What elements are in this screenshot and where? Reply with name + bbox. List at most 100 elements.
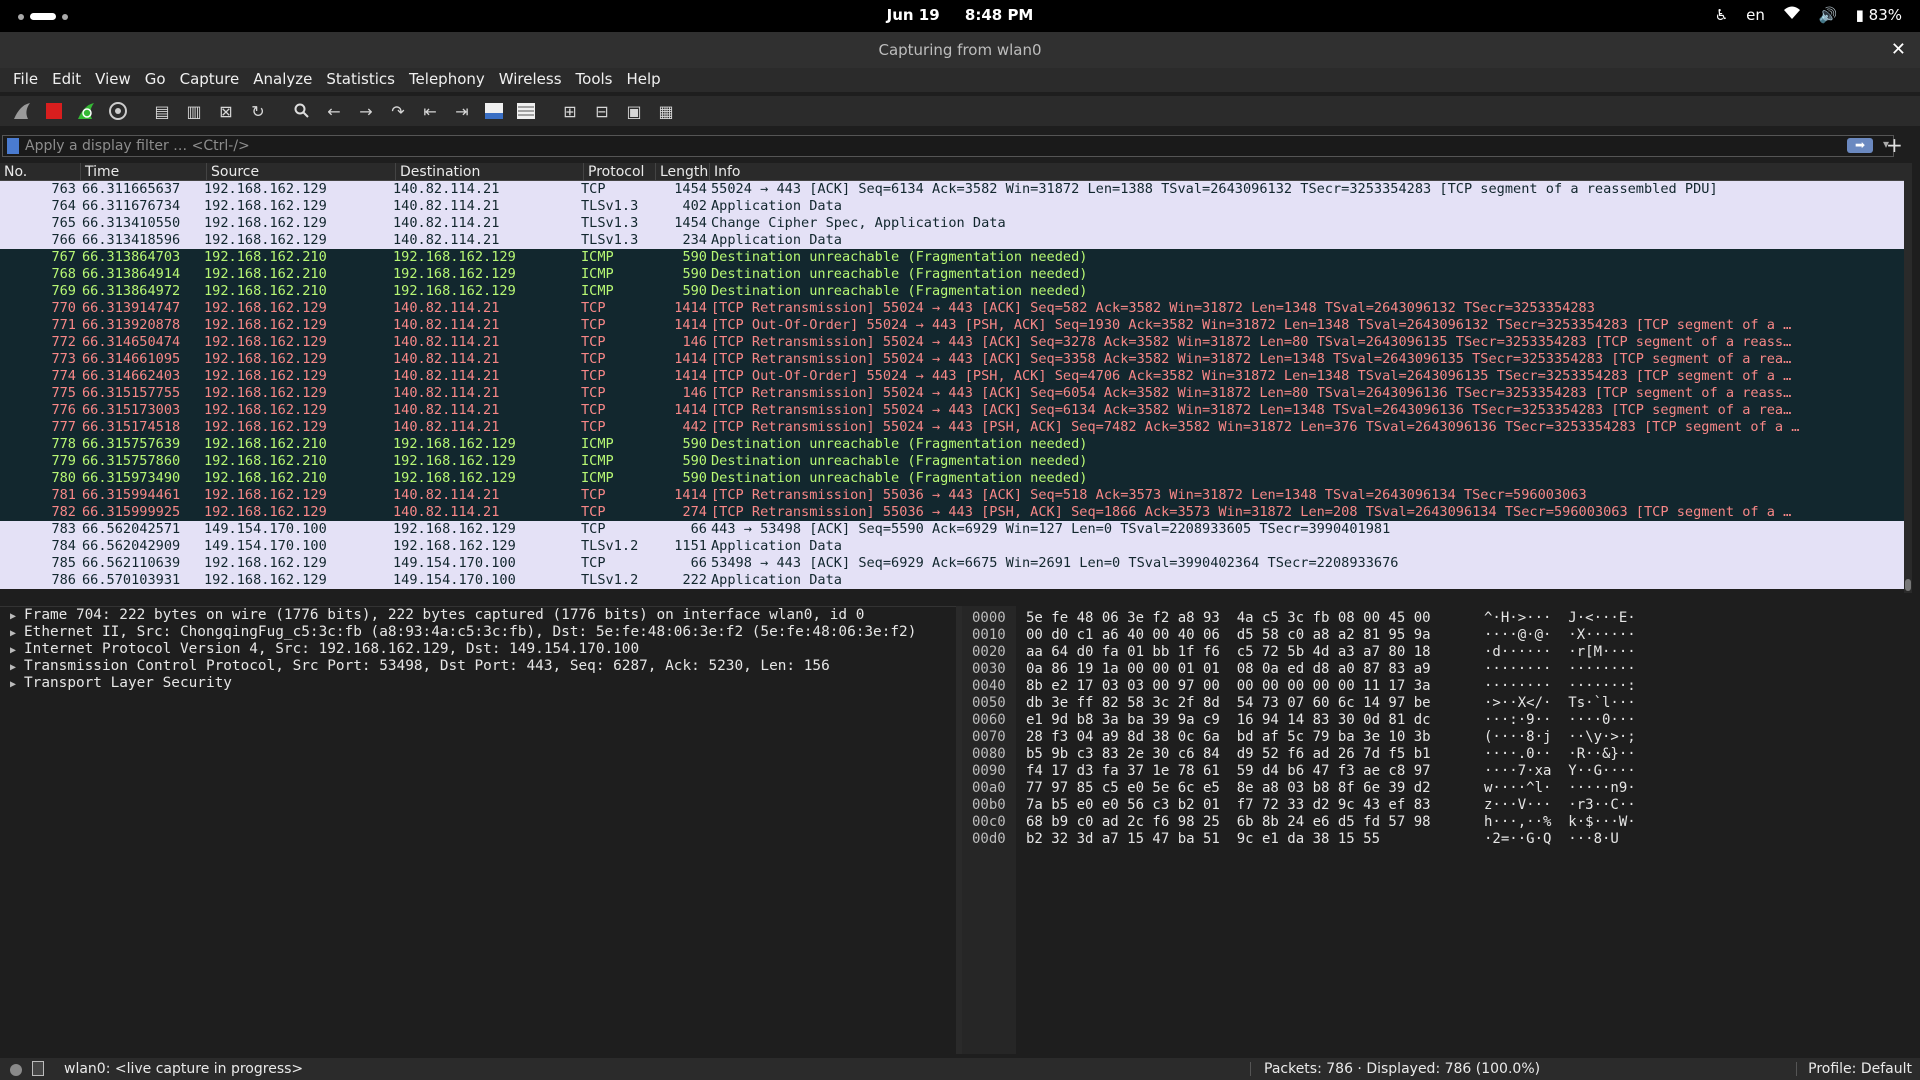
menu-telephony[interactable]: Telephony [402,68,492,92]
go-last-icon[interactable]: ⇥ [448,98,476,124]
packet-row[interactable]: 786 66.570103931 192.168.162.129 149.154.17… [0,572,1912,589]
detail-tcp[interactable]: ▶ Transmission Control Protocol, Src Port… [0,658,956,675]
packet-row[interactable]: 780 66.315973490 192.168.162.210 192.168.16… [0,470,1912,487]
packet-row[interactable]: 785 66.562110639 192.168.162.129 149.154.17… [0,555,1912,572]
detail-frame[interactable]: ▶ Frame 704: 222 bytes on wire (1776 bits… [0,607,956,624]
expand-arrow-icon[interactable]: ▶ [10,608,24,625]
column-header-destination[interactable]: Destination [396,163,584,180]
packet-row[interactable]: 779 66.315757860 192.168.162.210 192.168.16… [0,453,1912,470]
packet-row[interactable]: 778 66.315757639 192.168.162.210 192.168.16… [0,436,1912,453]
hex-row[interactable]: 00c0 68 b9 c0 ad 2c f6 98 25 6b 8b 24 e6 … [962,814,1902,831]
close-window-icon[interactable]: ✕ [1891,32,1906,68]
packet-row[interactable]: 773 66.314661095 192.168.162.129 140.82.114… [0,351,1912,368]
hex-row[interactable]: 00a0 77 97 85 c5 e0 5e 6c e5 8e a8 03 b8 … [962,780,1902,797]
column-header-source[interactable]: Source [207,163,396,180]
hex-row[interactable]: 0080 b5 9b c3 83 2e 30 c6 84 d9 52 f6 ad … [962,746,1902,763]
resize-columns-icon[interactable]: ▦ [652,98,680,124]
menu-view[interactable]: View [88,68,138,92]
autoscroll-icon[interactable] [480,98,508,124]
system-tray[interactable]: ♿ en 🔊 ▮ 83% [1715,6,1902,24]
zoom-out-icon[interactable]: ⊟ [588,98,616,124]
clock[interactable]: Jun 19 8:48 PM [0,6,1920,24]
expand-arrow-icon[interactable]: ▶ [10,676,24,693]
accessibility-icon[interactable]: ♿ [1715,6,1728,24]
colorize-icon[interactable] [512,98,540,124]
scrollbar-thumb[interactable] [1905,579,1911,591]
column-header-length[interactable]: Length [656,163,710,180]
display-filter-field[interactable]: Apply a display filter … <Ctrl-/> ➡ ▾ [2,135,1894,157]
menu-file[interactable]: File [6,68,45,92]
keyboard-language[interactable]: en [1746,6,1765,24]
packet-list[interactable]: No. Time Source Destination Protocol Len… [0,163,1912,593]
go-forward-icon[interactable]: → [352,98,380,124]
column-header-protocol[interactable]: Protocol [584,163,656,180]
battery-indicator[interactable]: ▮ 83% [1856,6,1902,24]
normal-size-icon[interactable]: ▣ [620,98,648,124]
hex-row[interactable]: 0010 00 d0 c1 a6 40 00 40 06 d5 58 c0 a8 … [962,627,1902,644]
capture-comment-icon[interactable] [32,1061,44,1076]
packet-list-scrollbar[interactable] [1904,163,1912,593]
open-file-icon[interactable]: ▤ [148,98,176,124]
go-to-packet-icon[interactable]: ↷ [384,98,412,124]
find-packet-icon[interactable] [288,98,316,124]
pane-splitter[interactable] [0,596,1920,606]
packet-row[interactable]: 775 66.315157755 192.168.162.129 140.82.114… [0,385,1912,402]
column-header-time[interactable]: Time [81,163,207,180]
packet-bytes-pane[interactable]: 0000 5e fe 48 06 3e f2 a8 93 4a c5 3c fb … [962,606,1920,1054]
hex-row[interactable]: 00d0 b2 32 3d a7 15 47 ba 51 9c e1 da 38 … [962,831,1902,848]
packet-row[interactable]: 776 66.315173003 192.168.162.129 140.82.114… [0,402,1912,419]
hex-row[interactable]: 0070 28 f3 04 a9 8d 38 0c 6a bd af 5c 79 … [962,729,1902,746]
volume-icon[interactable]: 🔊 [1819,6,1838,24]
profile-selector[interactable]: Profile: Default [1808,1058,1912,1080]
expert-info-icon[interactable] [10,1064,22,1076]
packet-row[interactable]: 768 66.313864914 192.168.162.210 192.168.16… [0,266,1912,283]
column-header-no[interactable]: No. [0,163,81,180]
hex-row[interactable]: 00b0 7a b5 e0 e0 56 c3 b2 01 f7 72 33 d2 … [962,797,1902,814]
menu-analyze[interactable]: Analyze [246,68,319,92]
packet-row[interactable]: 772 66.314650474 192.168.162.129 140.82.114… [0,334,1912,351]
reload-file-icon[interactable]: ↻ [244,98,272,124]
wifi-icon[interactable] [1783,6,1801,24]
menu-edit[interactable]: Edit [45,68,88,92]
packet-row[interactable]: 781 66.315994461 192.168.162.129 140.82.114… [0,487,1912,504]
detail-tls[interactable]: ▶ Transport Layer Security [0,675,956,692]
go-first-icon[interactable]: ⇤ [416,98,444,124]
add-filter-button-icon[interactable]: + [1886,133,1903,157]
packet-row[interactable]: 784 66.562042909 149.154.170.100 192.168.16… [0,538,1912,555]
go-back-icon[interactable]: ← [320,98,348,124]
detail-ethernet[interactable]: ▶ Ethernet II, Src: ChongqingFug_c5:3c:fb… [0,624,956,641]
detail-ipv4[interactable]: ▶ Internet Protocol Version 4, Src: 192.1… [0,641,956,658]
restart-capture-icon[interactable] [72,98,100,124]
menu-statistics[interactable]: Statistics [319,68,402,92]
packet-row[interactable]: 782 66.315999925 192.168.162.129 140.82.114… [0,504,1912,521]
packet-row[interactable]: 765 66.313410550 192.168.162.129 140.82.114… [0,215,1912,232]
menu-go[interactable]: Go [138,68,173,92]
menu-capture[interactable]: Capture [173,68,247,92]
close-file-icon[interactable]: ⊠ [212,98,240,124]
shark-fin-icon[interactable] [8,98,36,124]
menu-tools[interactable]: Tools [569,68,620,92]
save-file-icon[interactable]: ▥ [180,98,208,124]
packet-details-pane[interactable]: ▶ Frame 704: 222 bytes on wire (1776 bits… [0,606,956,1054]
hex-row[interactable]: 0030 0a 86 19 1a 00 00 01 01 08 0a ed d8 … [962,661,1902,678]
hex-row[interactable]: 0040 8b e2 17 03 03 00 97 00 00 00 00 00 … [962,678,1902,695]
hex-row[interactable]: 0020 aa 64 d0 fa 01 bb 1f f6 c5 72 5b 4d … [962,644,1902,661]
menu-help[interactable]: Help [619,68,667,92]
column-header-info[interactable]: Info [710,163,1912,180]
packet-row[interactable]: 777 66.315174518 192.168.162.129 140.82.114… [0,419,1912,436]
packet-row[interactable]: 766 66.313418596 192.168.162.129 140.82.114… [0,232,1912,249]
hex-row[interactable]: 0060 e1 9d b8 3a ba 39 9a c9 16 94 14 83 … [962,712,1902,729]
zoom-in-icon[interactable]: ⊞ [556,98,584,124]
packet-row[interactable]: 770 66.313914747 192.168.162.129 140.82.114… [0,300,1912,317]
packet-row[interactable]: 771 66.313920878 192.168.162.129 140.82.114… [0,317,1912,334]
expand-arrow-icon[interactable]: ▶ [10,642,24,659]
packet-row[interactable]: 763 66.311665637 192.168.162.129 140.82.114… [0,181,1912,198]
stop-capture-icon[interactable] [40,98,68,124]
packet-row[interactable]: 783 66.562042571 149.154.170.100 192.168.16… [0,521,1912,538]
packet-row[interactable]: 764 66.311676734 192.168.162.129 140.82.114… [0,198,1912,215]
capture-options-icon[interactable] [104,98,132,124]
expand-arrow-icon[interactable]: ▶ [10,625,24,642]
packet-row[interactable]: 767 66.313864703 192.168.162.210 192.168.16… [0,249,1912,266]
hex-row[interactable]: 0000 5e fe 48 06 3e f2 a8 93 4a c5 3c fb … [962,610,1902,627]
expand-arrow-icon[interactable]: ▶ [10,659,24,676]
